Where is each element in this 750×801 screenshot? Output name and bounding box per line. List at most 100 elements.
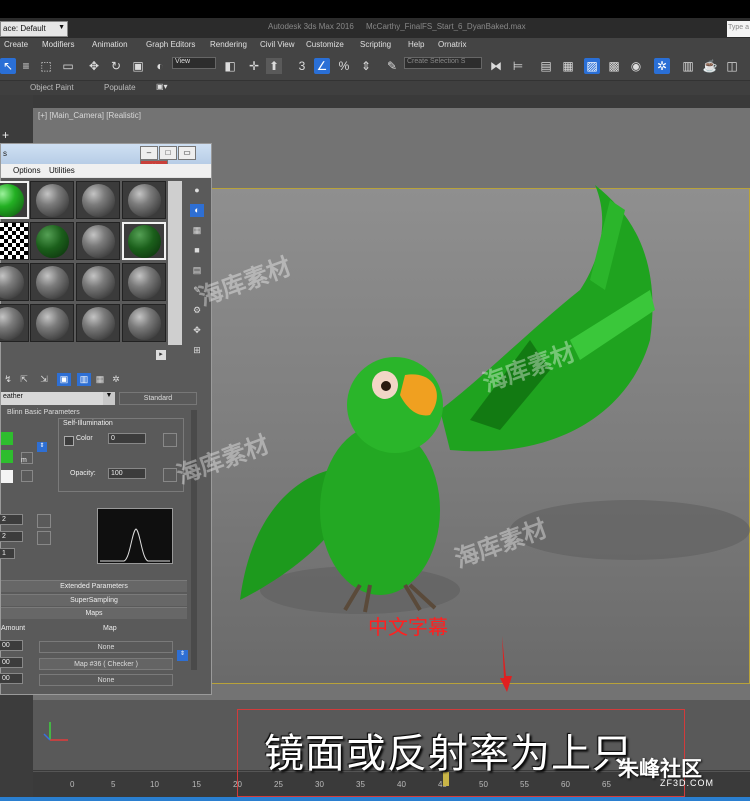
opacity-spinner[interactable]: 100 [108,468,146,479]
sample-slot[interactable] [30,181,74,219]
sample-slot[interactable] [0,222,29,260]
lock-icon[interactable]: ⇕ [37,442,47,452]
rollout-extended[interactable]: Extended Parameters [1,580,187,592]
spinner-snap-icon[interactable]: ⇕ [358,58,374,74]
color-map-button[interactable] [163,433,177,447]
get-material-icon[interactable]: ↯ [1,373,15,386]
map-amount-spinner[interactable]: 00 [0,640,23,651]
angle-snap-icon[interactable]: ∠ [314,58,330,74]
color-checkbox[interactable] [64,436,74,446]
schematic-icon[interactable]: ▩ [606,58,622,74]
named-selection-dropdown[interactable]: Create Selection S [404,57,482,69]
rollout-basic-title[interactable]: Blinn Basic Parameters [7,409,80,416]
sample-uv-icon[interactable]: ■ [190,244,204,257]
select-icon[interactable]: ↖ [0,58,16,74]
render-setup-icon[interactable]: ✲ [654,58,670,74]
menu-scripting[interactable]: Scripting [360,40,391,49]
color-spinner[interactable]: 0 [108,433,146,444]
sample-slot[interactable] [0,263,29,301]
tab-object-paint[interactable]: Object Paint [30,83,74,92]
sample-slot[interactable] [30,304,74,342]
mirror-icon[interactable]: ⧓ [488,58,504,74]
sample-slot[interactable] [76,181,120,219]
snap-icon[interactable]: 3 [294,58,310,74]
sample-slot[interactable] [0,304,29,342]
me-menu-options[interactable]: Options [13,166,41,175]
material-navigator-icon[interactable]: ⊞ [190,344,204,357]
search-input[interactable]: Type a [727,21,750,37]
map-lock-icon[interactable]: ⇕ [177,650,188,661]
material-name-field[interactable]: eather [1,392,115,405]
sample-slot[interactable] [122,181,166,219]
sample-slot[interactable] [122,304,166,342]
rollout-supersampling[interactable]: SuperSampling [1,594,187,606]
show-map-icon[interactable]: ▥ [77,373,91,386]
sample-slot[interactable] [122,263,166,301]
diffuse-swatch[interactable] [1,450,13,463]
map-slot-button[interactable]: None [39,641,173,653]
plus-icon[interactable]: + [2,128,9,142]
rotate-icon[interactable]: ↻ [108,58,124,74]
reference-coord-dropdown[interactable]: View [172,57,216,69]
sample-slot[interactable] [30,263,74,301]
specular-level-spinner[interactable]: 2 [0,514,23,525]
tab-populate[interactable]: Populate [104,83,136,92]
restore-icon[interactable]: ▭ [178,146,196,160]
ambient-swatch[interactable] [1,432,13,445]
keyboard-shortcut-icon[interactable]: ⬆ [266,58,282,74]
reference-coord-icon[interactable]: ◐ [152,58,168,74]
workspace-dropdown[interactable]: ace: Default ▼ [0,21,68,37]
scroll-right-icon[interactable]: ▸ [156,350,166,360]
map-slot-button[interactable]: None [39,674,173,686]
render-icon[interactable]: ☕ [702,58,718,74]
sample-slot[interactable] [76,263,120,301]
menu-civil-view[interactable]: Civil View [260,40,295,49]
menu-graph-editors[interactable]: Graph Editors [146,40,195,49]
map-amount-spinner[interactable]: 00 [0,657,23,668]
material-editor-titlebar[interactable]: s –□▭✕ [1,144,211,174]
map-slot-button[interactable]: Map #36 ( Checker ) [39,658,173,670]
sample-slot[interactable] [76,304,120,342]
move-icon[interactable]: ✥ [86,58,102,74]
chevron-down-icon[interactable]: ▼ [103,392,115,405]
scale-icon[interactable]: ▣ [130,58,146,74]
sample-slot[interactable] [76,222,120,260]
sample-slot[interactable] [30,222,74,260]
material-editor-icon[interactable]: ◉ [628,58,644,74]
reset-map-icon[interactable]: ▣ [57,373,71,386]
ribbon-toggle-icon[interactable]: ▣▾ [156,82,168,91]
minimize-icon[interactable]: – [140,146,158,160]
background-icon[interactable]: ▦ [190,224,204,237]
select-by-material-icon[interactable]: ✥ [190,324,204,337]
go-sibling-icon[interactable]: ✲ [109,373,123,386]
sample-slot[interactable] [122,222,166,260]
select-region-icon[interactable]: ⬚ [38,58,54,74]
maximize-icon[interactable]: □ [159,146,177,160]
specular-swatch[interactable] [1,470,13,483]
put-to-scene-icon[interactable]: ⇱ [17,373,31,386]
specular-map-button[interactable] [21,470,33,482]
menu-create[interactable]: Create [4,40,28,49]
menu-ornatrix[interactable]: Ornatrix [438,40,466,49]
glossiness-map-button[interactable] [37,531,51,545]
material-type-button[interactable]: Standard [119,392,197,405]
menu-modifiers[interactable]: Modifiers [42,40,74,49]
render-production-icon[interactable]: ◫ [724,58,740,74]
viewport-label[interactable]: [+] [Main_Camera] [Realistic] [38,111,141,120]
backlight-icon[interactable]: ◐ [190,204,204,217]
rollout-maps[interactable]: Maps [1,607,187,619]
layer-icon[interactable]: ▤ [538,58,554,74]
percent-snap-icon[interactable]: % [336,58,352,74]
edit-named-selection-icon[interactable]: ✎ [384,58,400,74]
menu-help[interactable]: Help [408,40,424,49]
me-menu-utilities[interactable]: Utilities [49,166,75,175]
window-crossing-icon[interactable]: ▭ [60,58,76,74]
menu-customize[interactable]: Customize [306,40,344,49]
menu-animation[interactable]: Animation [92,40,128,49]
go-parent-icon[interactable]: ▦ [93,373,107,386]
ribbon-icon[interactable]: ▦ [560,58,576,74]
render-frame-icon[interactable]: ▥ [680,58,696,74]
spec-level-map-button[interactable] [37,514,51,528]
align-icon[interactable]: ⊨ [510,58,526,74]
select-manipulate-icon[interactable]: ✛ [246,58,262,74]
